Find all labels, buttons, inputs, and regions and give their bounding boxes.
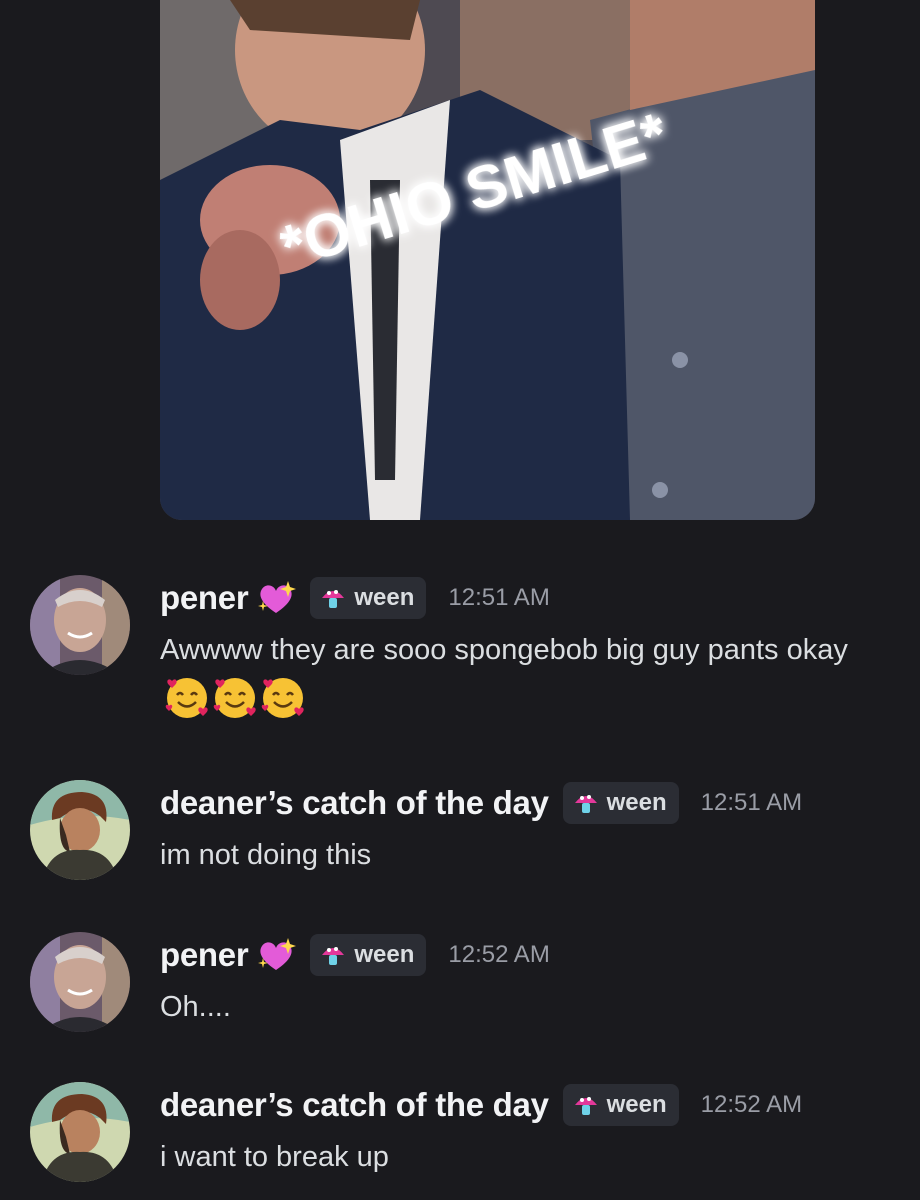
timestamp: 12:51 AM — [448, 584, 550, 611]
avatar[interactable] — [30, 780, 130, 880]
meme-image: *OHIO SMILE* — [160, 0, 815, 520]
mushroom-icon — [574, 1097, 597, 1115]
sparkling-heart-icon — [258, 581, 297, 613]
username[interactable]: pener — [160, 579, 249, 617]
role-tag[interactable]: ween — [562, 782, 679, 824]
smiling-face-with-hearts-icon — [165, 678, 208, 718]
message-text: im not doing this — [160, 839, 372, 871]
message-header: pener ween 12:51 AM — [160, 575, 550, 621]
role-tag-label: ween — [606, 789, 667, 816]
message: pener ween 12:52 AM Oh.... — [0, 932, 920, 1042]
message-content: i want to break up — [160, 1132, 890, 1182]
message-content: Awwww they are sooo spongebob big guy pa… — [160, 625, 890, 727]
username[interactable]: deaner’s catch of the day — [160, 1086, 549, 1124]
role-tag-label: ween — [606, 1091, 667, 1118]
message-header: deaner’s catch of the day ween 12:51 AM — [160, 780, 802, 826]
message-header: deaner’s catch of the day ween 12:52 AM — [160, 1082, 802, 1128]
avatar[interactable] — [30, 575, 130, 675]
role-tag[interactable]: ween — [310, 934, 427, 976]
message-content: Oh.... — [160, 982, 890, 1032]
image-attachment[interactable]: *OHIO SMILE* — [160, 0, 815, 520]
role-tag-label: ween — [354, 941, 415, 968]
role-tag-label: ween — [354, 584, 415, 611]
timestamp: 12:52 AM — [700, 1091, 803, 1118]
message-content: im not doing this — [160, 830, 890, 880]
mushroom-icon — [322, 947, 345, 965]
message: deaner’s catch of the day ween 12:52 AM … — [0, 1082, 920, 1192]
username[interactable]: deaner’s catch of the day — [160, 784, 549, 822]
avatar[interactable] — [30, 1082, 130, 1182]
message: deaner’s catch of the day ween 12:51 AM … — [0, 780, 920, 890]
emoji-group — [164, 675, 308, 721]
message-header: pener ween 12:52 AM — [160, 932, 550, 978]
mushroom-icon — [322, 590, 345, 608]
message-text: i want to break up — [160, 1141, 389, 1173]
sparkling-heart-icon — [258, 938, 297, 970]
message-text: Oh.... — [160, 991, 231, 1023]
smiling-face-with-hearts-icon — [261, 678, 304, 718]
timestamp: 12:52 AM — [448, 941, 550, 968]
chat-channel: *OHIO SMILE* pener ween 12:51 AM Awwww t… — [0, 0, 920, 1200]
message-text: Awwww they are sooo spongebob big guy pa… — [160, 634, 848, 666]
role-tag[interactable]: ween — [310, 577, 427, 619]
username[interactable]: pener — [160, 936, 249, 974]
avatar[interactable] — [30, 932, 130, 1032]
smiling-face-with-hearts-icon — [213, 678, 256, 718]
message: pener ween 12:51 AM Awwww they are sooo … — [0, 575, 920, 735]
timestamp: 12:51 AM — [700, 789, 803, 816]
role-tag[interactable]: ween — [562, 1084, 679, 1126]
mushroom-icon — [574, 795, 597, 813]
